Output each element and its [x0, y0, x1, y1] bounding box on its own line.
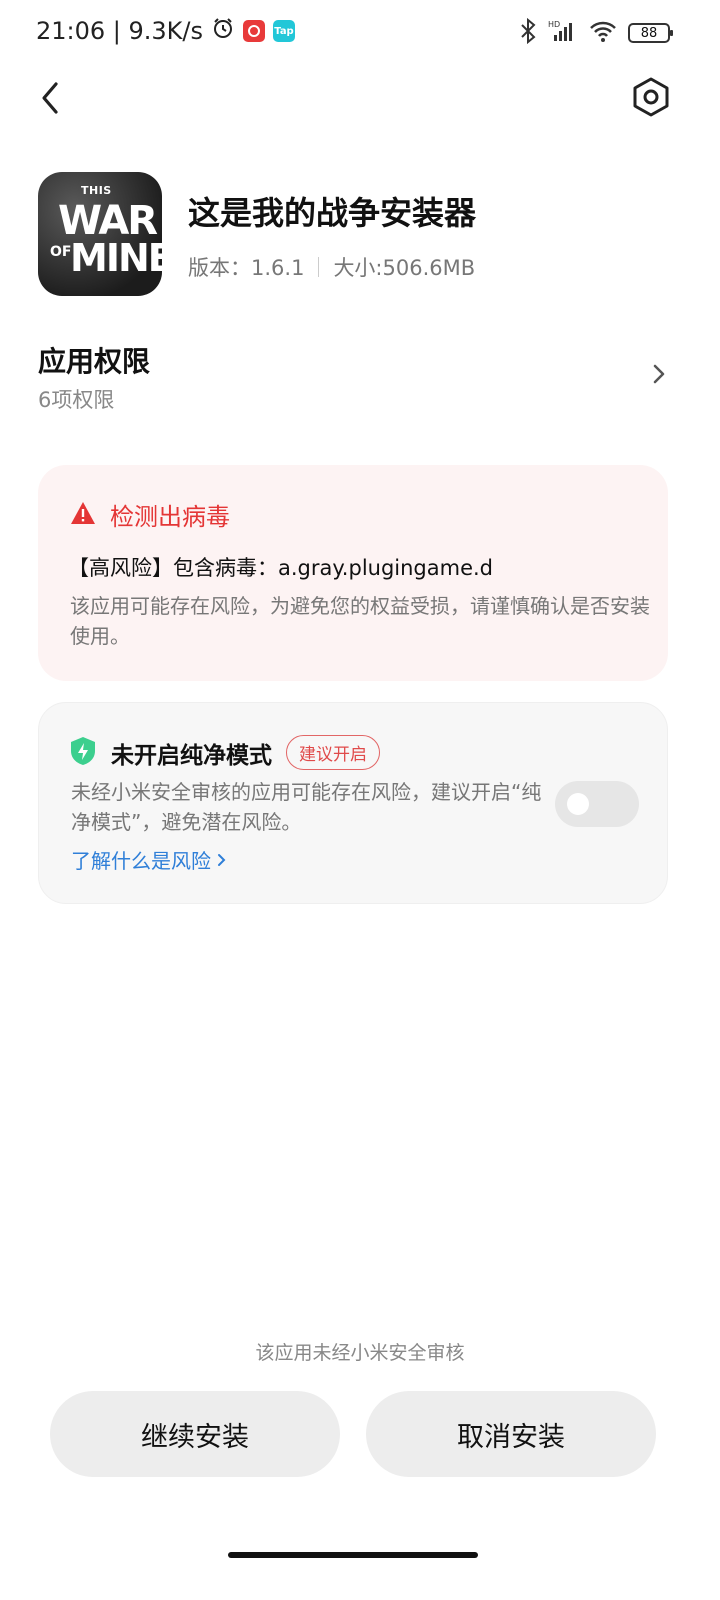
chevron-right-icon: [652, 362, 666, 390]
home-indicator[interactable]: [228, 1552, 478, 1558]
app-icon: THIS WAR OF MINE: [38, 172, 162, 296]
recommend-badge: 建议开启: [286, 735, 380, 770]
pure-mode-description: 未经小米安全审核的应用可能存在风险，建议开启“纯净模式”，避免潜在风险。: [71, 780, 542, 834]
virus-alert-card: 检测出病毒 【高风险】包含病毒：a.gray.plugingame.d 该应用可…: [38, 465, 668, 681]
permissions-title: 应用权限: [38, 345, 151, 378]
status-time-speed: 21:06 | 9.3K/s: [36, 17, 204, 45]
chevron-left-icon: [38, 80, 62, 120]
svg-text:HD: HD: [548, 20, 560, 29]
permissions-row[interactable]: 应用权限 6项权限: [0, 330, 720, 420]
virus-risk-line: 【高风险】包含病毒：a.gray.plugingame.d: [68, 556, 494, 580]
virus-alert-header: 检测出病毒: [70, 497, 230, 532]
pure-mode-title: 未开启纯净模式: [111, 742, 272, 769]
virus-alert-title: 检测出病毒: [110, 503, 230, 531]
netease-music-icon: [243, 20, 266, 42]
chevron-right-small-icon: [217, 849, 227, 873]
app-name: 这是我的战争安装器: [188, 194, 477, 232]
app-icon-text-this: THIS: [81, 184, 112, 197]
pure-mode-toggle[interactable]: [555, 781, 639, 827]
bluetooth-icon: [518, 17, 538, 48]
app-size: 大小:506.6MB: [333, 256, 476, 280]
alarm-icon: [211, 16, 235, 46]
continue-install-button[interactable]: 继续安装: [50, 1391, 340, 1477]
shield-bolt-icon: [69, 736, 97, 770]
taptap-icon: Tap: [273, 20, 296, 42]
battery-indicator: 88: [628, 23, 673, 43]
warning-triangle-icon: [70, 501, 96, 529]
cancel-install-button[interactable]: 取消安装: [366, 1391, 656, 1477]
learn-risk-link-label: 了解什么是风险: [71, 849, 211, 873]
signal-icon: HD: [548, 19, 578, 47]
settings-button[interactable]: [630, 77, 672, 121]
toggle-knob: [567, 793, 589, 815]
status-left: 21:06 | 9.3K/s Tap: [36, 16, 296, 46]
virus-description: 该应用可能存在风险，为避免您的权益受损，请谨慎确认是否安装使用。: [70, 594, 650, 648]
security-note: 该应用未经小米安全审核: [255, 1342, 465, 1364]
hexagon-gear-icon: [632, 77, 670, 121]
pure-mode-card: 未开启纯净模式 建议开启 未经小米安全审核的应用可能存在风险，建议开启“纯净模式…: [38, 702, 668, 904]
permissions-count: 6项权限: [38, 388, 115, 412]
pure-mode-header: 未开启纯净模式 建议开启: [69, 735, 380, 770]
app-meta: 版本：1.6.1 大小:506.6MB: [188, 252, 475, 282]
status-right: HD 88: [518, 17, 673, 48]
back-button[interactable]: [30, 80, 70, 120]
status-bar: 21:06 | 9.3K/s Tap HD 88: [0, 0, 720, 64]
app-icon-text-mine: MINE: [70, 236, 162, 280]
app-icon-text-of: OF: [50, 244, 72, 260]
app-version: 版本：1.6.1: [188, 256, 305, 280]
meta-divider: [318, 257, 320, 277]
learn-risk-link[interactable]: 了解什么是风险: [71, 845, 227, 874]
wifi-icon: [588, 19, 618, 47]
